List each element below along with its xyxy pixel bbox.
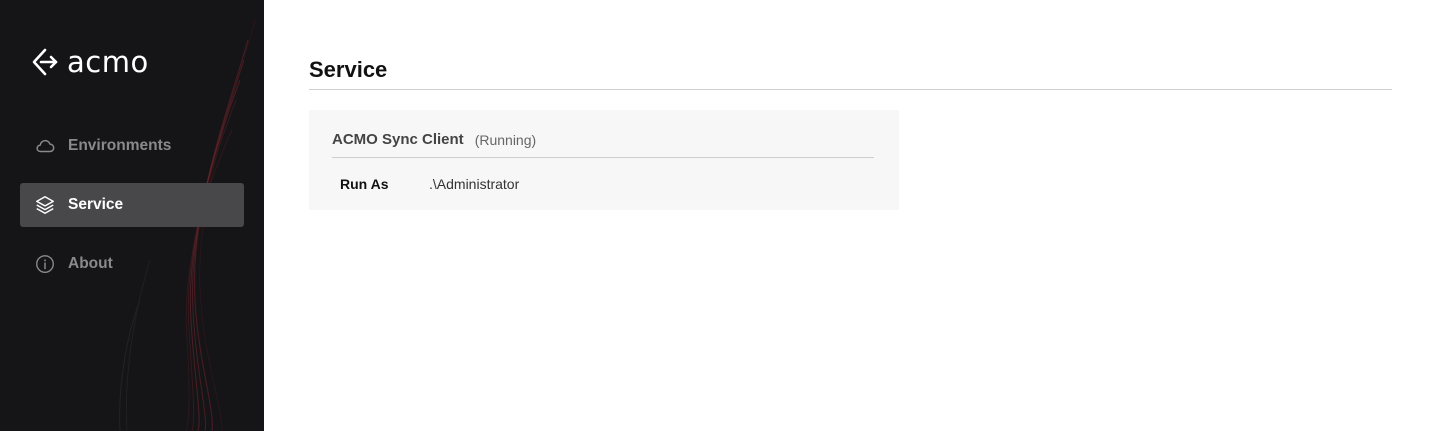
field-value-run-as: .\Administrator [429,176,520,192]
service-status: (Running) [474,132,537,148]
acmo-logo-icon [32,48,58,76]
brand-logo: acmo [30,46,149,78]
sidebar-nav: Environments Service About [20,124,244,301]
service-card: ACMO Sync Client (Running) Run As .\Admi… [309,110,899,210]
sidebar-item-service[interactable]: Service [20,183,244,227]
field-label-run-as: Run As [340,176,389,192]
main-content: Service ACMO Sync Client (Running) Run A… [264,0,1440,431]
service-name: ACMO Sync Client [332,131,464,148]
sidebar-item-label: Service [68,196,124,213]
sidebar-item-about[interactable]: About [20,242,244,286]
title-divider [309,89,1392,90]
sidebar-item-environments[interactable]: Environments [20,124,244,168]
brand-name: acmo [67,45,149,79]
sidebar-item-label: About [68,255,113,272]
layers-icon [33,193,57,217]
service-card-header: ACMO Sync Client (Running) [332,130,874,158]
info-icon [33,252,57,276]
app-window: acmo Environments Service About Service … [0,0,1440,431]
page-title: Service [309,57,388,82]
service-field-row: Run As .\Administrator [340,174,519,194]
sidebar-item-label: Environments [68,137,172,154]
sidebar: acmo Environments Service About [0,0,264,431]
cloud-icon [33,134,57,158]
